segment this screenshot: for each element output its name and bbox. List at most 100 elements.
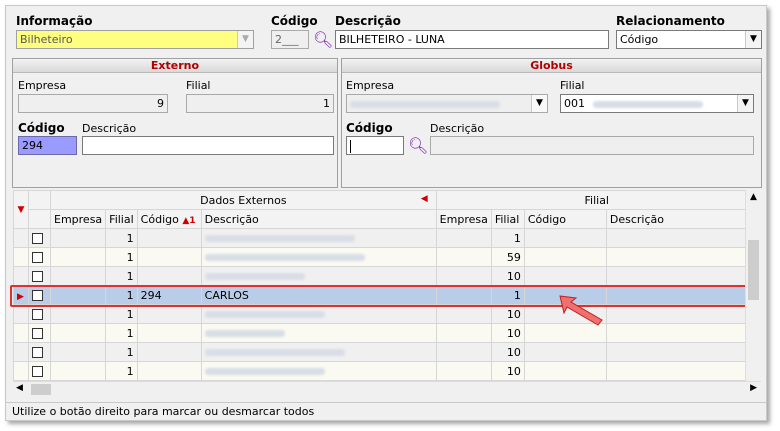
cell-filial: 1 (105, 266, 138, 286)
externo-empresa-field[interactable]: 9 (18, 94, 168, 113)
cell-filial-2: 10 (490, 304, 525, 324)
table-row[interactable]: 1 10 (13, 323, 758, 343)
grid-check-header (28, 190, 51, 210)
externo-codigo-field[interactable]: 294 (18, 136, 77, 155)
blurred-text (204, 311, 325, 318)
row-checkbox[interactable] (32, 271, 43, 282)
table-row[interactable]: 1 10 (13, 342, 758, 362)
row-checkbox[interactable] (32, 366, 43, 377)
cell-empresa (49, 304, 107, 324)
row-indicator (13, 342, 29, 362)
chevron-down-icon[interactable]: ▼ (737, 95, 753, 112)
row-indicator (13, 361, 29, 381)
col-codigo-label: Código (140, 212, 179, 226)
cell-filial: 1 (105, 228, 138, 248)
externo-descricao-field[interactable] (82, 136, 334, 155)
table-row[interactable]: 1 10 (13, 361, 758, 381)
cell-filial-2: 1 (490, 228, 525, 248)
table-row[interactable]: 1 10 (13, 266, 758, 286)
vertical-scrollbar[interactable]: ▲ (745, 190, 761, 382)
cell-codigo (136, 304, 202, 324)
cell-codigo-2 (523, 247, 607, 267)
globus-title: Globus (342, 59, 761, 73)
cell-descricao-2 (605, 361, 758, 381)
row-checkbox[interactable] (32, 347, 43, 358)
col-descricao-2[interactable]: Descrição (605, 209, 758, 229)
scroll-up-icon[interactable]: ▲ (746, 190, 761, 204)
informacao-combo[interactable]: Bilheteiro ▼ (16, 30, 254, 49)
col-codigo[interactable]: Código ▲1 (136, 209, 202, 229)
col-empresa[interactable]: Empresa (49, 209, 107, 229)
externo-filial-label: Filial (186, 79, 211, 92)
row-checkbox-cell (28, 361, 51, 381)
horizontal-scrollbar[interactable]: ◀ ▶ (13, 381, 761, 397)
row-checkbox-cell (28, 304, 51, 324)
row-checkbox[interactable] (32, 252, 43, 263)
globus-filial-label: Filial (560, 79, 585, 92)
sort-down-icon[interactable]: ▼ (13, 190, 29, 229)
row-indicator (13, 247, 29, 267)
externo-panel: Externo Empresa 9 Filial 1 Código Descri… (12, 58, 338, 188)
cell-descricao (200, 361, 437, 381)
globus-descricao-field[interactable] (430, 136, 754, 155)
cell-empresa-2 (435, 304, 492, 324)
group-dados-externos[interactable]: Dados Externos ◀ (50, 190, 437, 210)
table-row[interactable]: 1 59 (13, 247, 758, 267)
cell-empresa-2 (435, 228, 492, 248)
globus-empresa-select[interactable]: ▼ (346, 94, 548, 113)
table-row[interactable]: ▶ 1 294 CARLOS 1 (13, 285, 758, 305)
chevron-down-icon[interactable]: ▼ (531, 95, 547, 112)
chevron-down-icon[interactable]: ▼ (745, 31, 761, 48)
data-grid: ▼ Dados Externos ◀ Filial Empresa Filial… (13, 190, 758, 381)
table-row[interactable]: 11 (13, 228, 758, 248)
scroll-left-icon[interactable]: ◀ (16, 383, 23, 393)
col-filial[interactable]: Filial (105, 209, 138, 229)
descricao-field[interactable]: BILHETEIRO - LUNA (335, 30, 609, 49)
relacionamento-value: Código (620, 33, 659, 46)
row-indicator (13, 323, 29, 343)
externo-descricao-label: Descrição (82, 122, 137, 135)
table-row[interactable]: 1 10 (13, 304, 758, 324)
cell-codigo (136, 247, 202, 267)
scroll-right-icon[interactable]: ▶ (750, 383, 757, 393)
cell-descricao (200, 304, 437, 324)
col-filial-2[interactable]: Filial (490, 209, 525, 229)
row-checkbox-cell (28, 228, 51, 248)
search-icon[interactable]: 🔍︎ (408, 136, 428, 155)
group-filial[interactable]: Filial (435, 190, 758, 210)
blurred-text (204, 330, 285, 337)
collapse-left-icon[interactable]: ◀ (421, 194, 428, 204)
relacionamento-label: Relacionamento (616, 14, 725, 28)
globus-filial-select[interactable]: 001 ▼ (560, 94, 754, 113)
informacao-value: Bilheteiro (20, 33, 73, 46)
cell-descricao-2 (605, 228, 758, 248)
cell-descricao: CARLOS (200, 285, 437, 305)
scroll-thumb[interactable] (748, 240, 759, 300)
col-codigo-2[interactable]: Código (523, 209, 607, 229)
cell-codigo-2 (523, 342, 607, 362)
row-checkbox[interactable] (32, 290, 43, 301)
group-dados-externos-label: Dados Externos (200, 193, 287, 207)
chevron-down-icon[interactable]: ▼ (237, 31, 253, 48)
cell-filial: 1 (105, 323, 138, 343)
relacionamento-select[interactable]: Código ▼ (616, 30, 762, 49)
cell-codigo-2 (523, 361, 607, 381)
row-checkbox[interactable] (32, 233, 43, 244)
cell-filial-2: 59 (490, 247, 525, 267)
blurred-text (204, 235, 355, 242)
scroll-thumb-h[interactable] (31, 384, 51, 395)
cell-filial-2: 10 (490, 361, 525, 381)
row-checkbox[interactable] (32, 328, 43, 339)
col-empresa-2[interactable]: Empresa (435, 209, 492, 229)
row-checkbox[interactable] (32, 309, 43, 320)
codigo-field[interactable]: 2___ (271, 30, 309, 49)
cell-codigo (136, 342, 202, 362)
col-descricao[interactable]: Descrição (200, 209, 437, 229)
cell-empresa (49, 342, 107, 362)
globus-codigo-field[interactable] (346, 136, 404, 155)
search-icon[interactable]: 🔍︎ (313, 30, 333, 49)
externo-filial-field[interactable]: 1 (186, 94, 334, 113)
blurred-text (204, 273, 305, 280)
cell-codigo (136, 323, 202, 343)
globus-filial-value: 001 (564, 97, 585, 110)
